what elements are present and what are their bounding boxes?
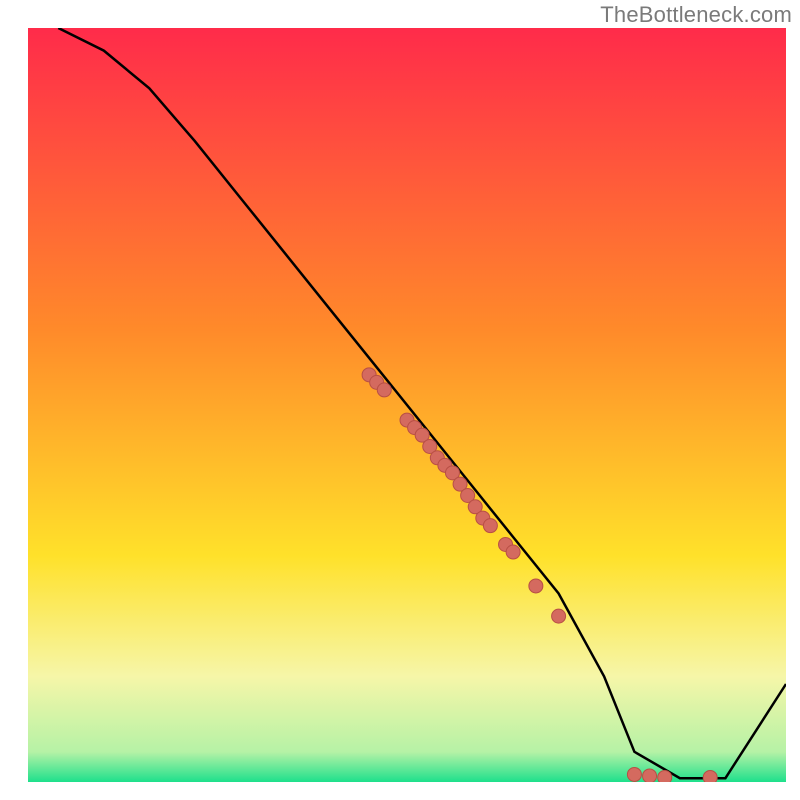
data-point [552, 609, 566, 623]
data-point [643, 769, 657, 783]
data-point [483, 519, 497, 533]
data-point [506, 545, 520, 559]
data-point [627, 767, 641, 781]
bottleneck-chart: TheBottleneck.com [0, 0, 800, 800]
data-point [529, 579, 543, 593]
watermark-label: TheBottleneck.com [600, 2, 792, 28]
chart-canvas [0, 0, 800, 800]
data-point [377, 383, 391, 397]
